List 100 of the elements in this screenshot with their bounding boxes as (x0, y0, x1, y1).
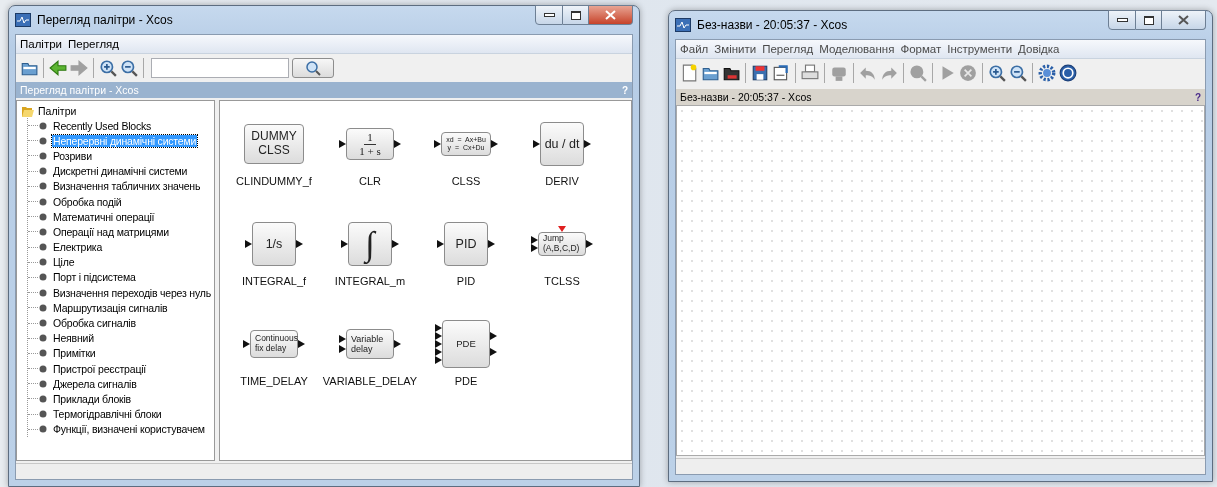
new-document-icon[interactable] (680, 64, 698, 82)
maximize-button[interactable] (563, 5, 589, 25)
zoom-out-icon[interactable] (1009, 64, 1027, 82)
menu-item[interactable]: Змінити (714, 43, 757, 55)
bullet-icon (39, 182, 47, 191)
tree-item[interactable]: Термогідравлічні блоки (52, 408, 163, 421)
tree-item[interactable]: Обробка подій (52, 195, 123, 208)
menu-item[interactable]: Перегляд (68, 38, 120, 50)
tree-item[interactable]: Примітки (52, 347, 97, 360)
block-name: VARIABLE_DELAY (322, 375, 418, 387)
block-name: CLR (359, 175, 381, 187)
block-text: (A,B,C,D) (543, 244, 580, 254)
window-title: Перегляд палітри - Xcos (37, 13, 174, 27)
bullet-icon (39, 349, 47, 358)
tree-item[interactable]: Джерела сигналів (52, 377, 138, 390)
panel-title: Перегляд палітри - Xcos (20, 84, 139, 96)
block-box[interactable]: PID (444, 222, 488, 266)
menu-item[interactable]: Довідка (1018, 43, 1060, 55)
settings-icon[interactable] (1038, 64, 1056, 82)
maximize-button[interactable] (1136, 10, 1162, 30)
zoom-in-icon[interactable] (99, 59, 117, 77)
block-box[interactable]: 1 1 + s (346, 128, 394, 160)
block-text: CLSS (258, 144, 290, 158)
tree-item[interactable]: Палітри (38, 105, 77, 117)
bullet-icon (39, 288, 47, 297)
block-name: PDE (454, 375, 478, 387)
zoom-in-icon[interactable] (988, 64, 1006, 82)
block-text: fix delay (255, 344, 287, 354)
help-button[interactable]: ? (1194, 91, 1201, 103)
block-name: TIME_DELAY (240, 375, 308, 387)
block-name: CLINDUMMY_f (236, 175, 312, 187)
panel-title: Без-назви - 20:05:37 - Xcos (680, 91, 812, 103)
close-icon (605, 10, 616, 20)
block-name: INTEGRAL_m (334, 275, 406, 287)
block-text: PDE (456, 338, 476, 350)
search-icon (305, 60, 321, 76)
tree-item[interactable]: Recently Used Blocks (52, 119, 153, 132)
tree-item[interactable]: Приклади блоків (52, 392, 132, 405)
bullet-icon (39, 425, 47, 434)
tree-item[interactable]: Порт і підсистема (52, 271, 137, 284)
minimize-icon (543, 13, 555, 17)
app-icon (15, 13, 31, 27)
bullet-icon (39, 167, 47, 176)
tree-item[interactable]: Неявний (52, 332, 95, 345)
search-field[interactable] (151, 58, 289, 78)
menu-item[interactable]: Перегляд (762, 43, 814, 55)
close-button[interactable] (589, 5, 633, 25)
tree-item[interactable]: Електрика (52, 241, 104, 254)
bullet-icon (39, 227, 47, 236)
zoom-out-icon[interactable] (120, 59, 138, 77)
save-as-icon[interactable] (772, 64, 790, 82)
printer-icon[interactable] (801, 64, 819, 82)
tree-item[interactable]: Розриви (52, 149, 93, 162)
menu-item[interactable]: Інструменти (947, 43, 1013, 55)
menu-item[interactable]: Моделювання (819, 43, 895, 55)
close-button[interactable] (1162, 10, 1206, 30)
menu-item[interactable]: Файл (680, 43, 709, 55)
block-box[interactable]: DUMMY CLSS (244, 124, 304, 164)
block-text: 1 + s (359, 144, 381, 158)
bullet-icon (39, 273, 47, 282)
bullet-icon (39, 394, 47, 403)
block-text: PID (455, 236, 477, 252)
menu-item[interactable]: Палітри (20, 38, 62, 50)
bullet-icon (39, 243, 47, 252)
close-icon (1178, 15, 1189, 25)
minimize-button[interactable] (535, 5, 563, 25)
block-box[interactable]: Variable delay (346, 329, 394, 359)
tree-item[interactable]: Визначення табличних значень (52, 180, 202, 193)
tree-item[interactable]: Визначення переходів через нуль (52, 286, 212, 299)
block-box[interactable]: du / dt (540, 122, 584, 166)
search-button[interactable] (292, 58, 334, 78)
block-name: TCLSS (544, 275, 580, 287)
tree-item[interactable]: Ціле (52, 256, 76, 269)
block-text: delay (351, 344, 373, 355)
block-name: DERIV (545, 175, 579, 187)
window-title: Без-назви - 20:05:37 - Xcos (697, 18, 849, 32)
block-text: DUMMY (251, 130, 297, 144)
tree-item[interactable]: Функції, визначені користувачем (52, 423, 206, 436)
block-text: 1/s (265, 236, 283, 252)
block-text: 1 (364, 130, 376, 145)
tree-item[interactable]: Дискретні динамічні системи (52, 165, 189, 178)
block-box[interactable]: ∫ (348, 222, 392, 266)
tree-item[interactable]: Математичні операції (52, 210, 156, 223)
minimize-icon (1116, 18, 1128, 22)
tree-item[interactable]: Обробка сигналів (52, 317, 137, 330)
block-name: INTEGRAL_f (241, 275, 307, 287)
tree-item[interactable]: Операції над матрицями (52, 225, 170, 238)
block-text: du / dt (544, 136, 580, 152)
minimize-button[interactable] (1108, 10, 1136, 30)
menu-item[interactable]: Формат (900, 43, 942, 55)
block-box[interactable]: Jump (A,B,C,D) (538, 232, 586, 256)
block-box[interactable]: PDE (442, 320, 490, 368)
block-box[interactable]: Continuous fix delay (250, 330, 298, 358)
bullet-icon (39, 319, 47, 328)
tree-item[interactable]: Маршрутизація сигналів (52, 301, 169, 314)
tree-item[interactable]: Пристрої реєстрації (52, 362, 148, 375)
block-box[interactable]: 1/s (252, 222, 296, 266)
bullet-icon (39, 212, 47, 221)
back-arrow-icon[interactable] (49, 59, 67, 77)
bullet-icon (39, 303, 47, 312)
